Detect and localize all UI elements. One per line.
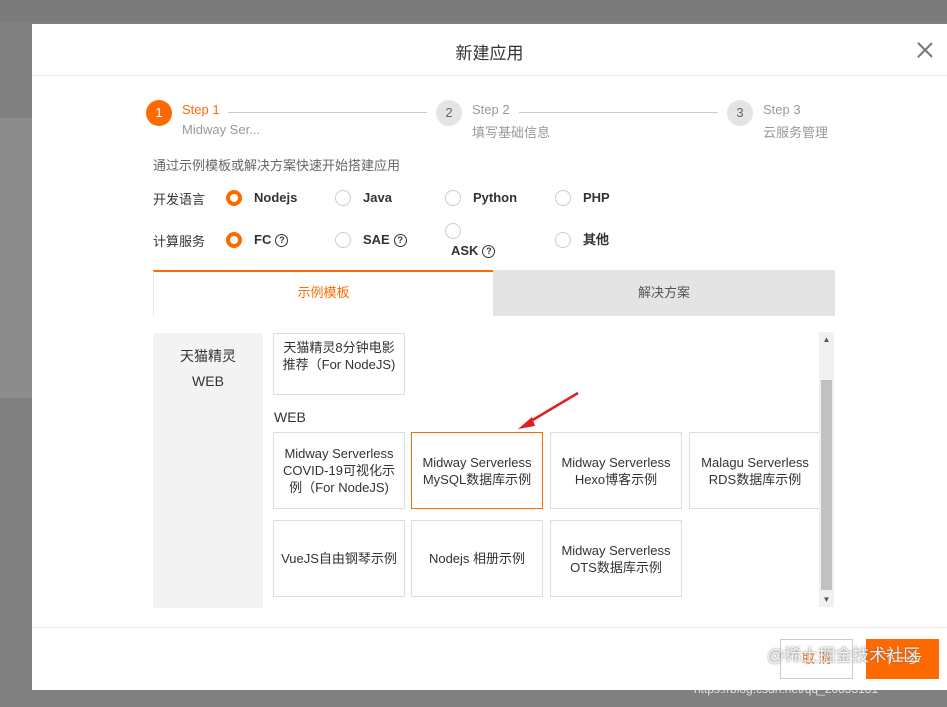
radio-label: FC?	[254, 232, 289, 248]
radio-dot	[226, 190, 242, 206]
step-number: 1	[146, 100, 172, 126]
watermark-text: @稀土掘金技术社区	[767, 646, 921, 665]
template-card-rds[interactable]: Malagu Serverless RDS数据库示例	[689, 432, 821, 509]
radio-dot	[335, 232, 351, 248]
template-card-mysql[interactable]: Midway Serverless MySQL数据库示例	[411, 432, 543, 509]
category-sidebar: 天猫精灵 WEB	[153, 333, 263, 608]
radio-dot	[226, 232, 242, 248]
step-desc: 填写基础信息	[472, 125, 551, 140]
sidebar-item-web[interactable]: WEB	[153, 373, 263, 389]
triangle-up-icon[interactable]: ▲	[819, 332, 834, 347]
sidebar-item-tmall-genie[interactable]: 天猫精灵	[153, 346, 263, 366]
radio-label: Java	[363, 190, 392, 205]
triangle-down-icon[interactable]: ▼	[819, 592, 834, 607]
scroll-thumb[interactable]	[821, 380, 832, 590]
help-icon[interactable]: ?	[393, 234, 407, 248]
template-card-covid[interactable]: Midway Serverless COVID-19可视化示例（For Node…	[273, 432, 405, 509]
help-icon[interactable]: ?	[275, 234, 289, 248]
radio-dot	[445, 223, 461, 239]
step-desc: 云服务管理	[763, 125, 829, 140]
template-card-ots[interactable]: Midway Serverless OTS数据库示例	[550, 520, 682, 597]
tab-templates[interactable]: 示例模板	[153, 270, 493, 316]
option-text: ASK	[451, 243, 479, 258]
template-tabs: 示例模板 解决方案	[153, 270, 835, 316]
watermark-url: https://blog.csdn.net/qq_20855181	[694, 682, 879, 696]
help-icon[interactable]: ?	[482, 245, 496, 259]
compute-label: 计算服务	[153, 234, 206, 249]
step-number: 2	[436, 100, 462, 126]
step-title: Step 2	[472, 102, 510, 117]
radio-dot	[445, 190, 461, 206]
step-connector	[228, 112, 427, 113]
intro-text: 通过示例模板或解决方案快速开始搭建应用	[153, 158, 401, 173]
radio-label: SAE?	[363, 232, 407, 248]
dialog-header: 新建应用	[32, 24, 947, 76]
red-arrow-annotation	[518, 391, 579, 429]
template-scrollbar[interactable]: ▲ ▼	[819, 332, 834, 607]
radio-label: Nodejs	[254, 190, 298, 205]
template-card-tmall-movie[interactable]: 天猫精灵8分钟电影推荐（For NodeJS)	[273, 333, 405, 395]
radio-label: PHP	[583, 190, 610, 205]
template-card-hexo[interactable]: Midway Serverless Hexo博客示例	[550, 432, 682, 509]
option-text: FC	[254, 232, 272, 247]
template-card-vuejs-piano[interactable]: VueJS自由钢琴示例	[273, 520, 405, 597]
radio-label: Python	[473, 190, 518, 205]
radio-dot	[555, 190, 571, 206]
step-title: Step 1	[182, 102, 220, 117]
step-number: 3	[727, 100, 753, 126]
new-app-dialog: 新建应用 1 Step 1 Midway Ser... 2 Step 2 填写基…	[32, 24, 947, 690]
section-label-web: WEB	[274, 409, 306, 425]
radio-dot	[555, 232, 571, 248]
step-desc: Midway Ser...	[182, 122, 261, 137]
radio-dot	[335, 190, 351, 206]
language-label: 开发语言	[153, 192, 206, 207]
tab-solutions[interactable]: 解决方案	[493, 270, 835, 316]
step-connector	[519, 112, 718, 113]
radio-label: ASK?	[451, 243, 496, 259]
option-text: SAE	[363, 232, 390, 247]
template-card-nodejs-album[interactable]: Nodejs 相册示例	[411, 520, 543, 597]
dialog-title: 新建应用	[455, 44, 524, 63]
backdrop-strip	[0, 118, 32, 398]
step-title: Step 3	[763, 102, 801, 117]
radio-label: 其他	[583, 232, 610, 247]
close-icon[interactable]	[914, 39, 936, 61]
backdrop-strip	[0, 0, 947, 22]
